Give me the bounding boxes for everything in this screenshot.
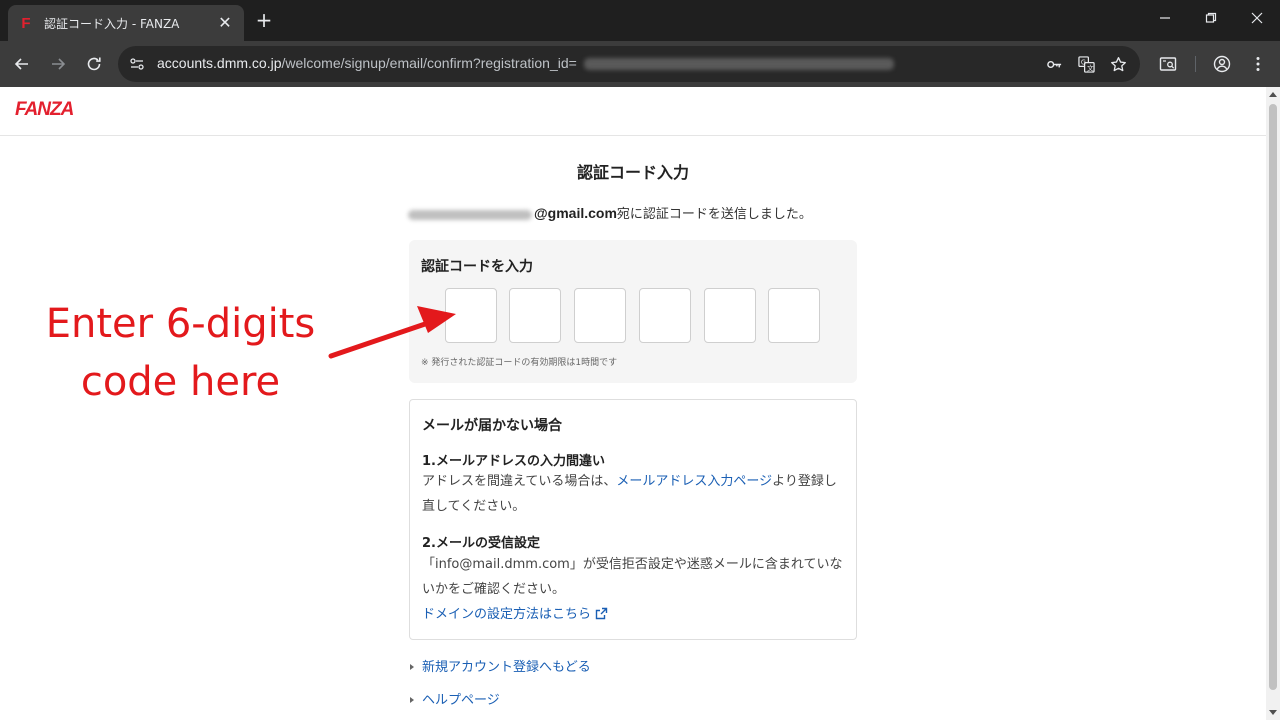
browser-tab[interactable]: F 認証コード入力 - FANZA ✕	[8, 5, 244, 41]
site-info-icon[interactable]	[126, 53, 148, 75]
new-tab-button[interactable]: +	[253, 8, 275, 32]
close-window-icon[interactable]	[1245, 8, 1269, 32]
fanza-favicon-icon: F	[21, 14, 31, 32]
scroll-thumb[interactable]	[1269, 104, 1277, 690]
scroll-down-icon[interactable]	[1269, 710, 1277, 715]
bookmark-star-icon[interactable]	[1107, 54, 1129, 74]
reload-icon[interactable]	[82, 52, 106, 76]
address-bar[interactable]: accounts.dmm.co.jp/welcome/signup/email/…	[118, 46, 1140, 82]
tab-title: 認証コード入力 - FANZA	[44, 16, 180, 31]
profile-icon[interactable]	[1210, 52, 1234, 76]
close-tab-icon[interactable]: ✕	[216, 14, 234, 32]
side-panel-search-icon[interactable]	[1156, 52, 1180, 76]
password-key-icon[interactable]	[1043, 54, 1065, 74]
translate-icon[interactable]: G文	[1075, 54, 1097, 74]
svg-text:文: 文	[1086, 63, 1093, 72]
scroll-up-icon[interactable]	[1269, 92, 1277, 97]
page-viewport: FANZA 認証コード入力 @gmail.com宛に認証コードを送信しました。 …	[0, 87, 1266, 720]
browser-toolbar: accounts.dmm.co.jp/welcome/signup/email/…	[0, 41, 1280, 87]
url-text: accounts.dmm.co.jp/welcome/signup/email/…	[157, 55, 577, 71]
restore-icon[interactable]	[1199, 8, 1223, 32]
red-arrow-icon	[328, 306, 456, 359]
forward-icon[interactable]	[46, 52, 70, 76]
toolbar-divider	[1195, 56, 1196, 72]
back-icon[interactable]	[10, 52, 34, 76]
minimize-icon[interactable]	[1153, 8, 1177, 32]
browser-tab-bar: F 認証コード入力 - FANZA ✕ +	[0, 0, 1280, 41]
svg-text:G: G	[1080, 58, 1085, 66]
redacted-registration-id	[584, 58, 894, 70]
page-scrollbar[interactable]	[1266, 87, 1280, 720]
menu-kebab-icon[interactable]	[1246, 52, 1270, 76]
